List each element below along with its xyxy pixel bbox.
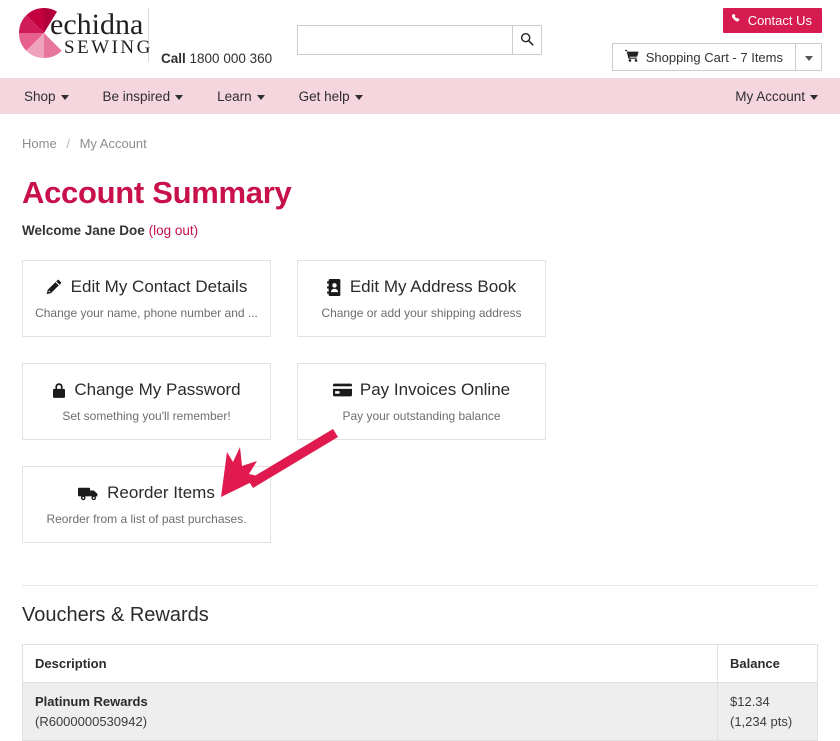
card-edit-contact-details[interactable]: Edit My Contact Details Change your name… (22, 260, 271, 337)
chevron-down-icon (61, 95, 69, 100)
card-title-row: Edit My Contact Details (46, 277, 248, 297)
card-title-row: Change My Password (52, 380, 240, 400)
phone-number: 1800 000 360 (190, 51, 273, 66)
card-reorder-items[interactable]: Reorder Items Reorder from a list of pas… (22, 466, 271, 543)
reward-reference: (R6000000530942) (35, 714, 705, 729)
reward-name: Platinum Rewards (35, 694, 705, 709)
card-subtitle: Reorder from a list of past purchases. (46, 512, 246, 526)
contact-us-label: Contact Us (748, 13, 812, 28)
section-divider (22, 585, 818, 586)
card-title-row: Edit My Address Book (327, 277, 516, 297)
nav-item-my-account[interactable]: My Account (735, 89, 818, 104)
shopping-cart-group: Shopping Cart - 7 Items (612, 43, 822, 71)
nav-item-label: My Account (735, 89, 805, 104)
nav-item-shop[interactable]: Shop (24, 89, 69, 104)
nav-item-label: Learn (217, 89, 252, 104)
nav-my-account[interactable]: My Account (735, 89, 818, 104)
address-book-icon (327, 279, 342, 296)
search-button[interactable] (512, 25, 542, 55)
card-title: Edit My Contact Details (71, 277, 248, 297)
nav-item-learn[interactable]: Learn (217, 89, 265, 104)
breadcrumb-home[interactable]: Home (22, 136, 57, 151)
logo-wordmark: echidna SEWING (50, 10, 153, 59)
breadcrumb: Home / My Account (22, 114, 818, 151)
reward-balance-amount: $12.34 (730, 694, 770, 709)
card-pay-invoices-online[interactable]: Pay Invoices Online Pay your outstanding… (297, 363, 546, 440)
site-header: echidna SEWING Call 1800 000 360 Contact… (0, 0, 840, 78)
welcome-message: Welcome Jane Doe (log out) (22, 223, 818, 238)
table-header-row: Description Balance (23, 644, 818, 682)
shopping-cart-icon (625, 49, 639, 65)
breadcrumb-current: My Account (80, 136, 147, 151)
card-title: Reorder Items (107, 483, 215, 503)
reward-balance-points: (1,234 pts) (730, 714, 805, 729)
pencil-icon (46, 279, 63, 296)
nav-item-label: Get help (299, 89, 350, 104)
card-edit-address-book[interactable]: Edit My Address Book Change or add your … (297, 260, 546, 337)
chevron-down-icon (355, 95, 363, 100)
shopping-cart-label: Shopping Cart - 7 Items (646, 50, 783, 65)
log-out-link[interactable]: (log out) (149, 223, 199, 238)
card-title: Edit My Address Book (350, 277, 516, 297)
search-bar (297, 25, 542, 55)
site-logo[interactable]: echidna SEWING (18, 7, 153, 59)
shopping-cart-button[interactable]: Shopping Cart - 7 Items (612, 43, 796, 71)
card-title: Pay Invoices Online (360, 380, 510, 400)
welcome-text: Welcome Jane Doe (22, 223, 145, 238)
nav-item-label: Be inspired (103, 89, 171, 104)
card-title-row: Reorder Items (78, 483, 215, 503)
account-action-cards: Edit My Contact Details Change your name… (22, 260, 818, 543)
cell-description: Platinum Rewards (R6000000530942) (23, 682, 718, 740)
column-header-description: Description (23, 644, 718, 682)
call-label: Call (161, 51, 186, 66)
column-header-balance: Balance (718, 644, 818, 682)
search-icon (520, 32, 534, 49)
main-navigation: Shop Be inspired Learn Get help My Accou… (0, 78, 840, 114)
card-subtitle: Change or add your shipping address (321, 306, 521, 320)
phone-icon (731, 13, 743, 28)
cell-balance: $12.34 (1,234 pts) (718, 682, 818, 740)
nav-item-label: Shop (24, 89, 56, 104)
breadcrumb-separator: / (66, 136, 70, 151)
card-title-row: Pay Invoices Online (333, 380, 510, 400)
lock-icon (52, 382, 66, 399)
nav-item-get-help[interactable]: Get help (299, 89, 363, 104)
logo-name-secondary: SEWING (64, 38, 153, 57)
vouchers-rewards-heading: Vouchers & Rewards (22, 604, 818, 627)
truck-icon (78, 486, 99, 501)
chevron-down-icon (257, 95, 265, 100)
search-input[interactable] (297, 25, 512, 55)
card-subtitle: Change your name, phone number and ... (35, 306, 258, 320)
card-change-password[interactable]: Change My Password Set something you'll … (22, 363, 271, 440)
chevron-down-icon (805, 56, 813, 61)
shopping-cart-dropdown-button[interactable] (796, 43, 822, 71)
page-content: Home / My Account Account Summary Welcom… (0, 114, 840, 741)
page-title: Account Summary (22, 175, 818, 211)
credit-card-icon (333, 383, 352, 397)
vouchers-rewards-table: Description Balance Platinum Rewards (R6… (22, 644, 818, 741)
nav-items: Shop Be inspired Learn Get help (0, 89, 363, 104)
chevron-down-icon (810, 95, 818, 100)
table-row: Platinum Rewards (R6000000530942) $12.34… (23, 682, 818, 740)
phone-number-text: Call 1800 000 360 (161, 51, 272, 66)
card-subtitle: Set something you'll remember! (62, 409, 230, 423)
card-title: Change My Password (74, 380, 240, 400)
card-subtitle: Pay your outstanding balance (342, 409, 500, 423)
logo-name-primary: echidna (50, 10, 153, 40)
contact-us-button[interactable]: Contact Us (723, 8, 822, 33)
chevron-down-icon (175, 95, 183, 100)
nav-item-be-inspired[interactable]: Be inspired (103, 89, 184, 104)
